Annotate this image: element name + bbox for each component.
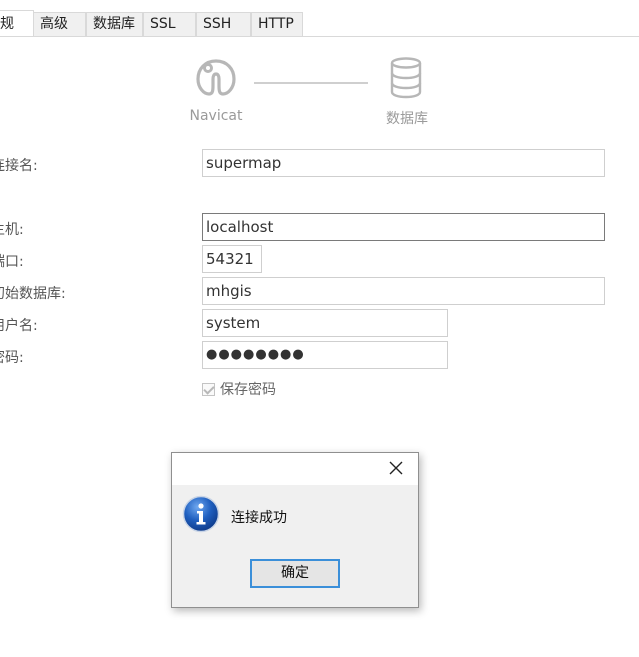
- tab-ssh[interactable]: SSH: [196, 12, 251, 36]
- dialog-body: 连接成功 确定: [172, 485, 418, 607]
- tab-label: 规: [0, 16, 14, 32]
- connection-name-label: 连接名:: [0, 158, 38, 174]
- initial-database-field[interactable]: mhgis: [202, 277, 605, 305]
- save-password-row[interactable]: 保存密码: [202, 379, 276, 399]
- port-field[interactable]: 54321: [202, 245, 262, 273]
- dialog-titlebar: [172, 453, 418, 485]
- step-label-navicat: Navicat: [189, 108, 243, 124]
- tab-label: SSH: [203, 16, 232, 32]
- message-dialog: 连接成功 确定: [171, 452, 419, 608]
- info-icon: [182, 495, 220, 533]
- username-field[interactable]: system: [202, 309, 448, 337]
- tab-database[interactable]: 数据库: [86, 12, 143, 36]
- initial-database-label: 初始数据库:: [0, 286, 66, 302]
- password-label: 密码:: [0, 350, 24, 366]
- host-field[interactable]: localhost: [202, 213, 605, 241]
- username-label: 用户名:: [0, 318, 38, 334]
- host-label: 主机:: [0, 222, 24, 238]
- close-icon[interactable]: [388, 460, 404, 476]
- tab-http[interactable]: HTTP: [251, 12, 303, 36]
- tab-label: HTTP: [258, 16, 294, 32]
- save-password-label: 保存密码: [220, 382, 276, 398]
- tab-label: 数据库: [93, 16, 135, 32]
- step-connector: [254, 82, 368, 84]
- tab-divider: [0, 36, 639, 37]
- tab-advanced[interactable]: 高级: [33, 12, 86, 36]
- dialog-message: 连接成功: [231, 510, 287, 526]
- connection-name-field[interactable]: supermap: [202, 149, 605, 177]
- port-label: 端口:: [0, 254, 24, 270]
- save-password-checkbox[interactable]: [202, 382, 215, 396]
- tab-label: SSL: [150, 16, 176, 32]
- tab-bar: 规 高级 数据库 SSL SSH HTTP: [0, 0, 639, 37]
- navicat-logo-icon: [196, 59, 236, 96]
- tab-general[interactable]: 规: [0, 10, 34, 37]
- ok-button[interactable]: 确定: [250, 559, 340, 588]
- step-label-database: 数据库: [386, 111, 428, 127]
- tab-label: 高级: [40, 16, 68, 32]
- password-field[interactable]: ●●●●●●●●: [202, 341, 448, 369]
- tab-ssl[interactable]: SSL: [143, 12, 196, 36]
- database-icon: [390, 57, 422, 99]
